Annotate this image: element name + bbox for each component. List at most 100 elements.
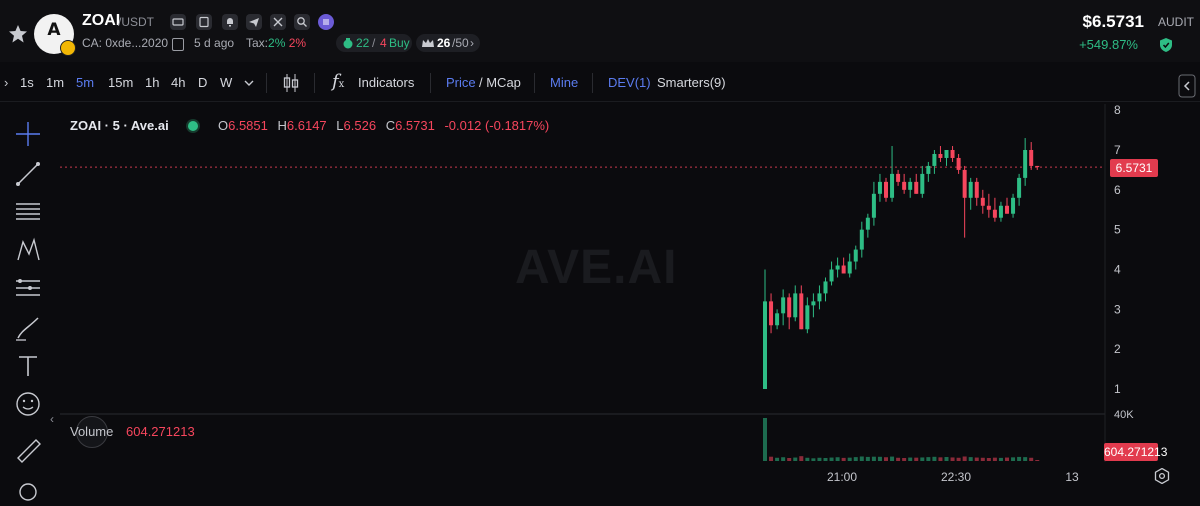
y-tick-label: 6 <box>1114 183 1121 197</box>
volume-bar <box>769 456 774 461</box>
candle-body <box>902 181 907 190</box>
candle-body <box>817 293 822 302</box>
gear-icon[interactable] <box>1154 468 1170 484</box>
x-tick-label: 22:30 <box>941 470 971 484</box>
volume-bar <box>1017 456 1022 461</box>
candle-body <box>974 181 979 198</box>
low-value: 6.526 <box>343 118 377 133</box>
volume-bar <box>763 418 767 461</box>
change-value: -0.012 (-0.1817%) <box>444 118 550 133</box>
open-value: 6.5851 <box>228 118 268 133</box>
volume-bar <box>1005 457 1009 461</box>
volume-bar <box>950 457 955 461</box>
candle-body <box>763 301 767 389</box>
candle-body <box>775 313 780 326</box>
candle-body <box>877 181 882 194</box>
volume-bar <box>865 456 870 461</box>
candle-body <box>998 205 1003 218</box>
candle-body <box>841 265 846 274</box>
volume-bar <box>932 456 937 461</box>
candle-body <box>829 269 834 282</box>
close-label: C <box>385 118 396 133</box>
volume-bar <box>847 457 852 461</box>
candle-body <box>805 305 810 330</box>
candle-body <box>896 173 901 182</box>
volume-bar <box>986 457 991 461</box>
volume-bar <box>962 456 967 461</box>
y-tick-label: 3 <box>1114 302 1121 316</box>
volume-bar <box>775 457 780 461</box>
candle-body <box>811 301 816 306</box>
low-label: L <box>336 118 344 133</box>
y-tick-label: 7 <box>1114 143 1121 157</box>
y-tick-label: 5 <box>1114 223 1121 237</box>
live-dot-icon <box>188 121 199 131</box>
open-label: O <box>217 118 229 133</box>
volume-bar <box>853 457 858 461</box>
y-tick-label: 8 <box>1114 103 1121 117</box>
volume-bar <box>902 457 907 461</box>
volume-bar <box>974 457 979 461</box>
volume-label: Volume <box>70 424 114 439</box>
candle-body <box>1017 177 1022 198</box>
volume-bar <box>956 457 961 461</box>
candle-body <box>853 249 858 262</box>
volume-value: 604.271213 <box>126 424 195 439</box>
candle-body <box>914 181 919 194</box>
candle-body <box>865 217 870 230</box>
high-label: H <box>277 118 287 133</box>
candle-body <box>1029 150 1034 166</box>
x-tick-label: 13 <box>1065 470 1079 484</box>
y-tick-label: 4 <box>1114 263 1121 277</box>
volume-bar <box>896 457 901 461</box>
volume-bar <box>1029 457 1034 461</box>
candle-body <box>847 261 852 274</box>
volume-bar <box>1035 460 1040 461</box>
candle-body <box>944 150 949 158</box>
volume-bar <box>980 457 985 461</box>
candle-body <box>992 209 997 218</box>
candle-body <box>920 173 925 194</box>
candle-body <box>890 173 895 198</box>
volume-bar <box>992 457 997 461</box>
volume-bar <box>884 457 888 461</box>
candle-body <box>938 153 943 158</box>
volume-bar <box>841 457 846 461</box>
volume-bar <box>811 458 816 461</box>
volume-bar <box>926 457 931 461</box>
candle-body <box>968 181 973 198</box>
candle-body <box>823 281 828 294</box>
volume-bar <box>914 457 919 461</box>
volume-bar <box>859 456 864 461</box>
volume-bar <box>944 457 949 461</box>
volume-bar <box>890 456 895 461</box>
candle-body <box>793 293 798 318</box>
volume-bar <box>938 457 943 461</box>
candle-body <box>1035 165 1040 168</box>
volume-axis-label: 40K <box>1114 409 1134 421</box>
candle-body <box>932 153 937 166</box>
candle-body <box>859 229 864 250</box>
volume-bar <box>793 457 798 461</box>
candle-body <box>1011 197 1016 214</box>
volume-bar <box>835 457 840 461</box>
volume-bar <box>805 457 810 461</box>
volume-bar <box>998 457 1003 461</box>
chart-symbol-title: ZOAI · 5 · Ave.ai <box>70 118 169 133</box>
high-value: 6.6147 <box>286 118 327 133</box>
candle-body <box>871 193 876 218</box>
candle-body <box>980 197 985 206</box>
chart-legend: ZOAI · 5 · Ave.ai O6.5851 H6.6147 L6.526… <box>70 118 549 133</box>
volume-bar <box>787 457 792 461</box>
volume-bar <box>908 457 913 461</box>
candle-body <box>962 169 967 198</box>
volume-bar <box>817 457 822 461</box>
candle-body <box>884 181 888 198</box>
close-value: 6.5731 <box>395 118 435 133</box>
volume-bar <box>920 457 925 461</box>
candle-body <box>835 265 840 270</box>
candle-body <box>956 157 961 170</box>
candle-body <box>1023 150 1028 178</box>
candle-body <box>986 205 991 210</box>
volume-bar <box>799 456 804 461</box>
